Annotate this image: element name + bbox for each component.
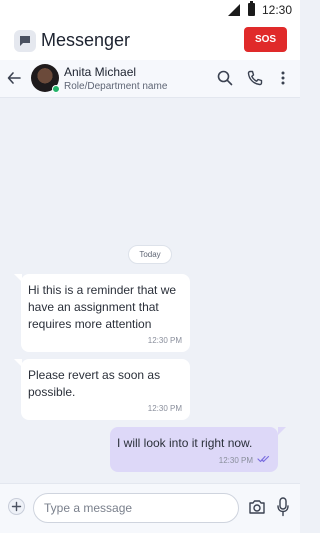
message-text: I will look into it right now. [117,436,253,450]
message-time: 12:30 PM [218,455,253,465]
message-bubble-incoming[interactable]: Please revert as soon as possible. 12:30… [21,359,190,420]
microphone-icon[interactable] [277,497,289,522]
signal-icon [228,4,240,16]
online-status-indicator [52,85,60,93]
camera-icon[interactable] [248,499,266,520]
contact-role: Role/Department name [64,81,168,92]
contact-name[interactable]: Anita Michael [64,65,136,79]
app-title: Messenger [41,30,131,50]
more-vertical-icon[interactable] [280,70,286,91]
date-separator: Today [128,245,172,264]
status-time: 12:30 [262,3,293,17]
chat-header: Anita Michael Role/Department name [0,60,300,98]
read-receipt-icon [257,455,270,465]
add-attachment-button[interactable] [8,498,25,515]
message-text: Please revert as soon as possible. [28,368,161,399]
message-text: Hi this is a reminder that we have an as… [28,283,177,331]
search-icon[interactable] [217,70,233,91]
battery-icon [248,1,255,16]
message-bubble-incoming[interactable]: Hi this is a reminder that we have an as… [21,274,190,352]
message-input[interactable] [33,493,239,523]
sos-button[interactable]: SOS [244,27,287,52]
status-bar: 12:30 [0,0,300,20]
app-bar: Messenger SOS [0,20,300,60]
message-time: 12:30 PM [147,336,182,345]
back-arrow-icon[interactable] [7,71,21,90]
phone-icon[interactable] [247,70,263,91]
avatar[interactable] [31,64,60,93]
plus-icon [11,501,22,512]
message-composer [0,483,300,533]
chat-bubble-icon [14,30,36,52]
message-bubble-outgoing[interactable]: I will look into it right now. 12:30 PM [110,427,278,472]
bubble-tail [278,427,286,435]
message-time: 12:30 PM [147,404,182,413]
